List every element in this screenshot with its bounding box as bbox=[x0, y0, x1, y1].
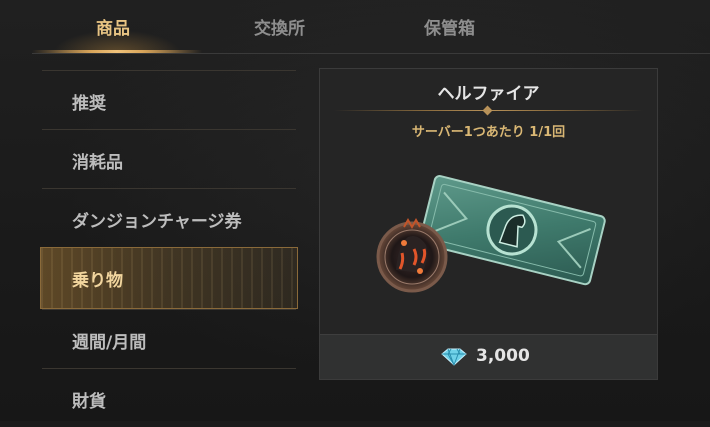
price-value: 3,000 bbox=[476, 346, 530, 366]
sidebar-item-mounts[interactable]: 乗り物 bbox=[40, 247, 298, 309]
mount-ticket-image bbox=[376, 175, 606, 293]
sidebar-item-currency[interactable]: 財貨 bbox=[42, 368, 296, 427]
product-card[interactable]: ヘルファイア サーバー1つあたり 1/1回 3,000 bbox=[319, 68, 658, 380]
sidebar-item-dungeon-charge[interactable]: ダンジョンチャージ券 bbox=[42, 188, 296, 247]
sidebar-item-recommended[interactable]: 推奨 bbox=[42, 70, 296, 129]
tab-exchange[interactable]: 交換所 bbox=[254, 14, 305, 39]
top-tabs: 商品 交換所 保管箱 bbox=[0, 0, 710, 54]
product-title: ヘルファイア bbox=[437, 84, 540, 104]
tabs-divider bbox=[32, 53, 710, 54]
price-bar: 3,000 bbox=[320, 334, 657, 379]
sidebar-item-weekly-monthly[interactable]: 週間/月間 bbox=[42, 309, 296, 368]
divider-ornament bbox=[482, 105, 493, 116]
sidebar-item-label: ダンジョンチャージ券 bbox=[72, 212, 242, 232]
sidebar-item-label: 乗り物 bbox=[72, 271, 123, 291]
purchase-limit: サーバー1つあたり 1/1回 bbox=[411, 125, 566, 140]
sidebar-item-label: 財貨 bbox=[72, 392, 106, 412]
tab-products[interactable]: 商品 bbox=[96, 14, 130, 39]
sidebar-item-consumables[interactable]: 消耗品 bbox=[42, 129, 296, 188]
sidebar-item-label: 推奨 bbox=[72, 94, 106, 114]
category-sidebar: 推奨 消耗品 ダンジョンチャージ券 乗り物 週間/月間 財貨 bbox=[40, 70, 298, 427]
sidebar-item-label: 消耗品 bbox=[72, 153, 123, 173]
tab-storage[interactable]: 保管箱 bbox=[424, 14, 475, 39]
sidebar-item-label: 週間/月間 bbox=[72, 333, 147, 353]
diamond-icon bbox=[441, 348, 467, 366]
